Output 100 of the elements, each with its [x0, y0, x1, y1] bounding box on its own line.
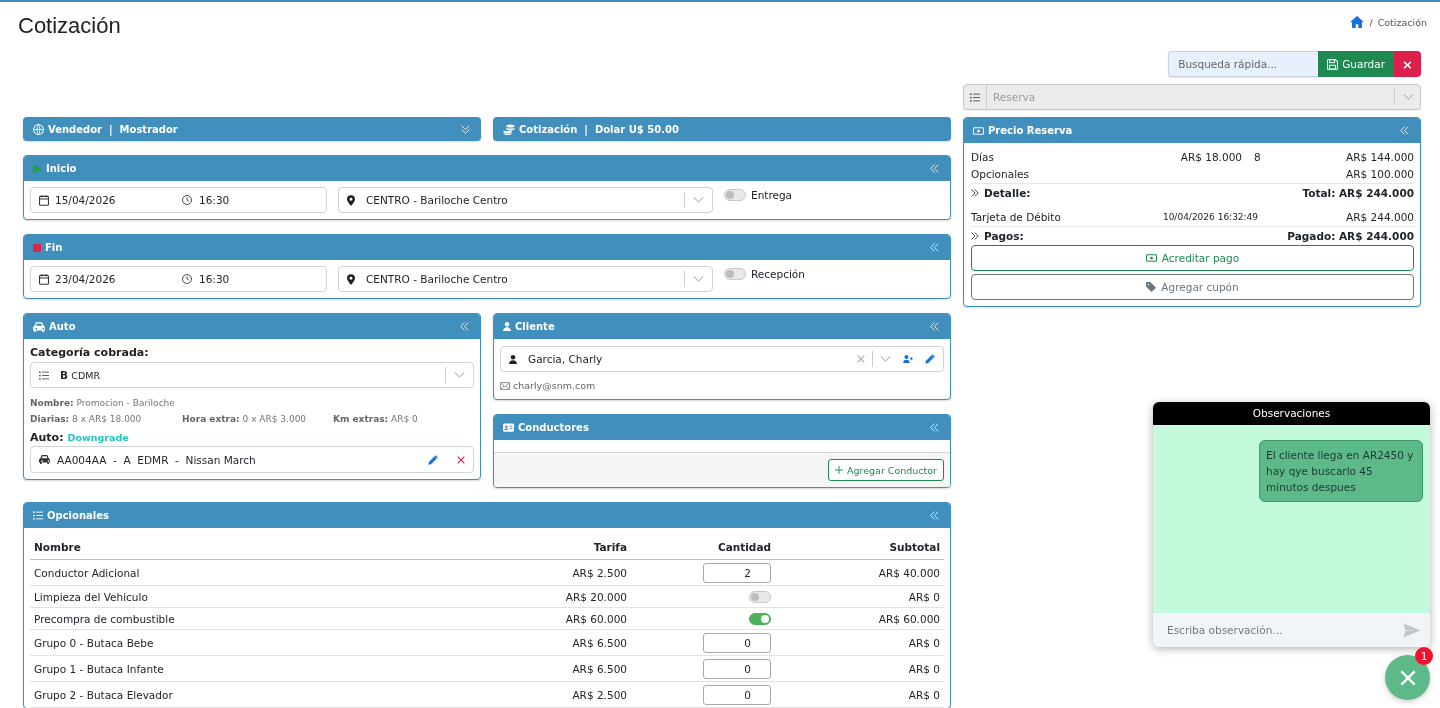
date-time-field[interactable]: 23/04/2026 16:30 [30, 266, 327, 292]
calendar-icon [39, 194, 49, 206]
add-coupon-button[interactable]: Agregar cupón [971, 274, 1414, 300]
chevron-down-icon [880, 356, 891, 362]
id-card-icon [503, 423, 514, 432]
pencil-icon[interactable] [925, 354, 935, 364]
chevrons-left-icon[interactable] [930, 164, 939, 173]
clock-icon [182, 274, 192, 284]
panel-header[interactable]: Auto [24, 314, 480, 339]
date-time-field[interactable]: 15/04/2026 16:30 [30, 187, 327, 213]
toggle-switch[interactable] [724, 268, 746, 280]
quantity-field[interactable]: 0 [703, 684, 771, 705]
panel-title: Opcionales [47, 510, 110, 521]
close-icon[interactable] [457, 455, 465, 464]
toggle-switch[interactable] [724, 189, 746, 201]
close-button[interactable]: × [1394, 51, 1421, 77]
table-cell: Grupo 2 - Butaca Elevador [30, 681, 459, 708]
switch-label: Entrega [751, 189, 793, 201]
panel-header[interactable]: Cliente [494, 314, 950, 339]
breadcrumb-separator: / [1369, 16, 1373, 28]
user-icon [503, 322, 511, 331]
car-icon [33, 321, 45, 332]
chevrons-left-icon[interactable] [930, 322, 939, 331]
charge-label: Opcionales [971, 167, 1030, 182]
close-icon[interactable] [857, 355, 865, 363]
toggle-switch[interactable] [749, 613, 771, 625]
home-icon[interactable] [1350, 16, 1365, 28]
chevrons-left-icon[interactable] [460, 322, 469, 331]
panel-header[interactable]: Inicio [24, 156, 950, 181]
tag-icon [1146, 282, 1157, 292]
table-cell: AR$ 0 [775, 629, 944, 656]
column-header: Tarifa [459, 534, 631, 560]
table-cell: Grupo 1 - Butaca Infante [30, 655, 459, 682]
table-cell: AR$ 2.500 [459, 681, 631, 708]
coins-icon [503, 123, 515, 135]
chevrons-right-icon[interactable] [971, 189, 979, 197]
add-driver-button[interactable]: Agregar Conductor [827, 459, 944, 481]
list-icon [33, 511, 43, 520]
panel-title: Conductores [518, 422, 590, 433]
panel-header[interactable]: Precio Reserva [964, 118, 1420, 143]
credit-payment-button[interactable]: Acreditar pago [971, 245, 1414, 271]
panel-title: Vendedor | Mostrador [48, 123, 179, 135]
charge-label: Días [971, 150, 995, 165]
chevrons-left-icon[interactable] [1400, 126, 1409, 135]
panel-header[interactable]: Fin [24, 235, 950, 260]
money-bill-icon [973, 126, 984, 135]
clock-icon [182, 195, 192, 205]
location-select[interactable]: CENTRO - Bariloche Centro [338, 266, 713, 292]
quantity-field[interactable]: 2 [703, 562, 771, 583]
quick-search-field[interactable]: Busqueda rápida... [1168, 51, 1319, 77]
user-plus-icon[interactable] [903, 355, 913, 363]
vehicle-field[interactable]: AA004AA - A EDMR - Nissan March [30, 446, 474, 473]
chevron-down-icon [693, 197, 704, 203]
panel-title: Precio Reserva [988, 125, 1074, 136]
observation-field[interactable]: Escriba observación... [1161, 617, 1397, 643]
chat-header: Observaciones [1153, 402, 1430, 425]
table-cell: AR$ 60.000 [775, 607, 944, 630]
switch-label: Recepción [751, 268, 805, 280]
payment-date: 10/04/2026 16:32:49 [1161, 211, 1260, 224]
payment-amount: AR$ 244.000 [1345, 210, 1414, 225]
location-select[interactable]: CENTRO - Bariloche Centro [338, 187, 713, 213]
category-select[interactable]: B CDMR [30, 362, 474, 388]
chevrons-left-icon[interactable] [930, 243, 939, 252]
chevrons-left-icon[interactable] [930, 511, 939, 520]
panel-header[interactable]: Conductores [494, 415, 950, 440]
panel-title: Cotización | Dolar U$ 50.00 [519, 123, 680, 135]
table-cell: Limpieza del Vehiculo [30, 585, 459, 608]
save-button[interactable]: Guardar [1318, 51, 1394, 77]
summary-label: Detalle: [984, 186, 1031, 201]
quantity-field[interactable]: 0 [703, 632, 771, 653]
chevrons-right-icon[interactable] [971, 232, 979, 240]
send-icon[interactable] [1403, 622, 1421, 638]
map-pin-icon [347, 273, 355, 285]
chevron-down-icon [454, 372, 465, 378]
chevrons-down-icon[interactable] [461, 124, 470, 134]
table-cell: AR$ 40.000 [775, 559, 944, 586]
plus-icon [834, 466, 843, 474]
table-cell: AR$ 60.000 [459, 607, 631, 630]
table-cell: AR$ 6.500 [459, 629, 631, 656]
client-select[interactable]: Garcia, Charly [500, 346, 944, 372]
detail-text: Hora extra: 0 x AR$ 3.000 [182, 413, 308, 426]
charge-amount: AR$ 100.000 [1345, 167, 1414, 182]
chevrons-left-icon[interactable] [930, 423, 939, 432]
quantity-field[interactable]: 0 [703, 658, 771, 679]
panel-header[interactable]: Vendedor | Mostrador [23, 117, 481, 141]
table-cell: AR$ 20.000 [459, 585, 631, 608]
panel-title: Fin [45, 242, 64, 253]
toggle-switch[interactable] [749, 591, 771, 603]
table-cell: AR$ 0 [775, 585, 944, 608]
panel-title: Cliente [515, 321, 556, 332]
field-label: Auto: [30, 430, 64, 446]
pencil-icon[interactable] [428, 454, 438, 465]
globe-icon [33, 123, 44, 135]
panel-title: Auto [49, 321, 77, 332]
breadcrumb-current: Cotización [1377, 16, 1427, 28]
panel-header[interactable]: Opcionales [24, 503, 950, 528]
close-icon [1399, 669, 1416, 686]
column-header: Cantidad [631, 534, 775, 560]
detail-text: Nombre: Promocion - Bariloche [30, 397, 176, 410]
map-pin-icon [347, 194, 355, 206]
